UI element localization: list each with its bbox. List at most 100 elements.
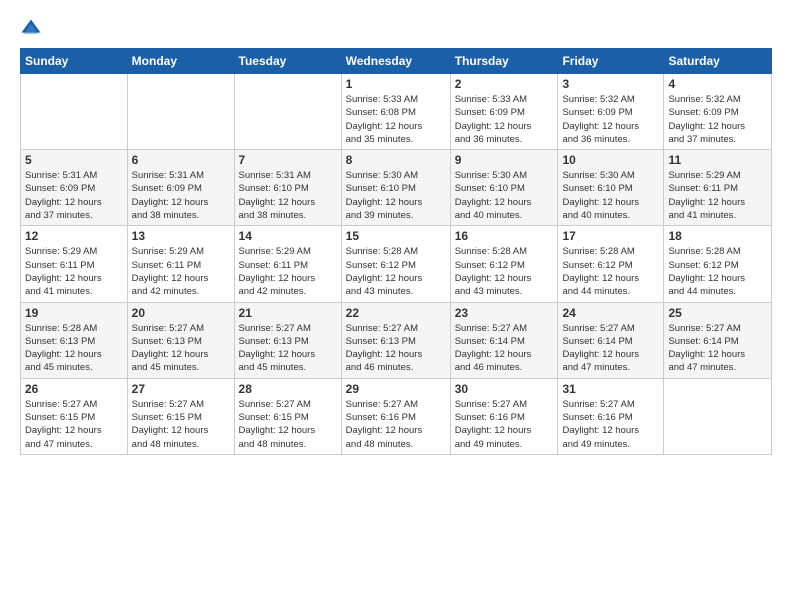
day-info: Sunrise: 5:27 AM Sunset: 6:16 PM Dayligh…	[346, 398, 446, 451]
day-number: 15	[346, 229, 446, 243]
calendar-cell: 31 Sunrise: 5:27 AM Sunset: 6:16 PM Dayli…	[558, 378, 664, 454]
day-info: Sunrise: 5:27 AM Sunset: 6:15 PM Dayligh…	[25, 398, 123, 451]
calendar-header-row: SundayMondayTuesdayWednesdayThursdayFrid…	[21, 49, 772, 74]
day-number: 8	[346, 153, 446, 167]
day-number: 21	[239, 306, 337, 320]
day-info: Sunrise: 5:27 AM Sunset: 6:13 PM Dayligh…	[132, 322, 230, 375]
day-number: 30	[455, 382, 554, 396]
day-number: 18	[668, 229, 767, 243]
day-number: 17	[562, 229, 659, 243]
day-number: 13	[132, 229, 230, 243]
calendar-cell: 24 Sunrise: 5:27 AM Sunset: 6:14 PM Dayli…	[558, 302, 664, 378]
calendar-header-monday: Monday	[127, 49, 234, 74]
day-number: 29	[346, 382, 446, 396]
day-number: 16	[455, 229, 554, 243]
day-number: 3	[562, 77, 659, 91]
calendar-cell: 22Sunrise: 5:27 AM Sunset: 6:13 PM Dayli…	[341, 302, 450, 378]
calendar-header-sunday: Sunday	[21, 49, 128, 74]
day-info: Sunrise: 5:33 AM Sunset: 6:09 PM Dayligh…	[455, 93, 554, 146]
logo	[20, 18, 46, 40]
calendar-cell: 28 Sunrise: 5:27 AM Sunset: 6:15 PM Dayli…	[234, 378, 341, 454]
day-info: Sunrise: 5:29 AM Sunset: 6:11 PM Dayligh…	[239, 245, 337, 298]
day-number: 26	[25, 382, 123, 396]
calendar-cell: 1 Sunrise: 5:33 AM Sunset: 6:08 PM Daylig…	[341, 74, 450, 150]
calendar-cell: 20 Sunrise: 5:27 AM Sunset: 6:13 PM Dayli…	[127, 302, 234, 378]
day-info: Sunrise: 5:30 AM Sunset: 6:10 PM Dayligh…	[346, 169, 446, 222]
day-info: Sunrise: 5:27 AM Sunset: 6:13 PM Dayligh…	[346, 322, 446, 375]
day-number: 31	[562, 382, 659, 396]
calendar-header-thursday: Thursday	[450, 49, 558, 74]
calendar-cell: 15 Sunrise: 5:28 AM Sunset: 6:12 PM Dayli…	[341, 226, 450, 302]
page: SundayMondayTuesdayWednesdayThursdayFrid…	[0, 0, 792, 612]
day-info: Sunrise: 5:30 AM Sunset: 6:10 PM Dayligh…	[562, 169, 659, 222]
calendar-cell: 16 Sunrise: 5:28 AM Sunset: 6:12 PM Dayli…	[450, 226, 558, 302]
logo-icon	[20, 18, 42, 40]
day-number: 20	[132, 306, 230, 320]
calendar-cell: 4Sunrise: 5:32 AM Sunset: 6:09 PM Daylig…	[664, 74, 772, 150]
day-number: 14	[239, 229, 337, 243]
calendar-cell: 13 Sunrise: 5:29 AM Sunset: 6:11 PM Dayli…	[127, 226, 234, 302]
calendar-cell: 14 Sunrise: 5:29 AM Sunset: 6:11 PM Dayli…	[234, 226, 341, 302]
calendar-table: SundayMondayTuesdayWednesdayThursdayFrid…	[20, 48, 772, 455]
day-info: Sunrise: 5:28 AM Sunset: 6:12 PM Dayligh…	[668, 245, 767, 298]
calendar-week-row: 26 Sunrise: 5:27 AM Sunset: 6:15 PM Dayli…	[21, 378, 772, 454]
calendar-cell: 18 Sunrise: 5:28 AM Sunset: 6:12 PM Dayli…	[664, 226, 772, 302]
day-info: Sunrise: 5:29 AM Sunset: 6:11 PM Dayligh…	[132, 245, 230, 298]
calendar-cell	[21, 74, 128, 150]
calendar-cell: 29 Sunrise: 5:27 AM Sunset: 6:16 PM Dayli…	[341, 378, 450, 454]
calendar-cell	[127, 74, 234, 150]
day-info: Sunrise: 5:27 AM Sunset: 6:16 PM Dayligh…	[455, 398, 554, 451]
calendar-cell: 8 Sunrise: 5:30 AM Sunset: 6:10 PM Daylig…	[341, 150, 450, 226]
calendar-cell: 6 Sunrise: 5:31 AM Sunset: 6:09 PM Daylig…	[127, 150, 234, 226]
day-info: Sunrise: 5:28 AM Sunset: 6:12 PM Dayligh…	[562, 245, 659, 298]
day-info: Sunrise: 5:27 AM Sunset: 6:15 PM Dayligh…	[239, 398, 337, 451]
day-info: Sunrise: 5:27 AM Sunset: 6:14 PM Dayligh…	[455, 322, 554, 375]
day-number: 19	[25, 306, 123, 320]
calendar-week-row: 19Sunrise: 5:28 AM Sunset: 6:13 PM Dayli…	[21, 302, 772, 378]
calendar-cell: 9 Sunrise: 5:30 AM Sunset: 6:10 PM Daylig…	[450, 150, 558, 226]
day-number: 24	[562, 306, 659, 320]
calendar-cell: 30 Sunrise: 5:27 AM Sunset: 6:16 PM Dayli…	[450, 378, 558, 454]
day-info: Sunrise: 5:31 AM Sunset: 6:09 PM Dayligh…	[132, 169, 230, 222]
day-info: Sunrise: 5:27 AM Sunset: 6:13 PM Dayligh…	[239, 322, 337, 375]
day-info: Sunrise: 5:27 AM Sunset: 6:14 PM Dayligh…	[668, 322, 767, 375]
calendar-cell: 19Sunrise: 5:28 AM Sunset: 6:13 PM Dayli…	[21, 302, 128, 378]
day-info: Sunrise: 5:30 AM Sunset: 6:10 PM Dayligh…	[455, 169, 554, 222]
calendar-cell: 2 Sunrise: 5:33 AM Sunset: 6:09 PM Daylig…	[450, 74, 558, 150]
calendar-cell	[664, 378, 772, 454]
day-info: Sunrise: 5:31 AM Sunset: 6:10 PM Dayligh…	[239, 169, 337, 222]
calendar-cell: 21 Sunrise: 5:27 AM Sunset: 6:13 PM Dayli…	[234, 302, 341, 378]
calendar-week-row: 5Sunrise: 5:31 AM Sunset: 6:09 PM Daylig…	[21, 150, 772, 226]
calendar-cell: 10Sunrise: 5:30 AM Sunset: 6:10 PM Dayli…	[558, 150, 664, 226]
day-number: 6	[132, 153, 230, 167]
day-number: 28	[239, 382, 337, 396]
day-number: 12	[25, 229, 123, 243]
calendar-cell: 7 Sunrise: 5:31 AM Sunset: 6:10 PM Daylig…	[234, 150, 341, 226]
calendar-cell: 23 Sunrise: 5:27 AM Sunset: 6:14 PM Dayli…	[450, 302, 558, 378]
day-number: 23	[455, 306, 554, 320]
day-number: 25	[668, 306, 767, 320]
calendar-cell: 26 Sunrise: 5:27 AM Sunset: 6:15 PM Dayli…	[21, 378, 128, 454]
calendar-header-saturday: Saturday	[664, 49, 772, 74]
day-info: Sunrise: 5:28 AM Sunset: 6:12 PM Dayligh…	[346, 245, 446, 298]
day-info: Sunrise: 5:31 AM Sunset: 6:09 PM Dayligh…	[25, 169, 123, 222]
day-number: 2	[455, 77, 554, 91]
day-info: Sunrise: 5:28 AM Sunset: 6:12 PM Dayligh…	[455, 245, 554, 298]
calendar-header-tuesday: Tuesday	[234, 49, 341, 74]
day-number: 9	[455, 153, 554, 167]
day-number: 7	[239, 153, 337, 167]
calendar-cell	[234, 74, 341, 150]
calendar-cell: 12Sunrise: 5:29 AM Sunset: 6:11 PM Dayli…	[21, 226, 128, 302]
day-number: 11	[668, 153, 767, 167]
calendar-cell: 17 Sunrise: 5:28 AM Sunset: 6:12 PM Dayli…	[558, 226, 664, 302]
calendar-cell: 5Sunrise: 5:31 AM Sunset: 6:09 PM Daylig…	[21, 150, 128, 226]
calendar-header-wednesday: Wednesday	[341, 49, 450, 74]
calendar-cell: 11Sunrise: 5:29 AM Sunset: 6:11 PM Dayli…	[664, 150, 772, 226]
calendar-cell: 27Sunrise: 5:27 AM Sunset: 6:15 PM Dayli…	[127, 378, 234, 454]
day-info: Sunrise: 5:27 AM Sunset: 6:16 PM Dayligh…	[562, 398, 659, 451]
day-info: Sunrise: 5:27 AM Sunset: 6:14 PM Dayligh…	[562, 322, 659, 375]
day-info: Sunrise: 5:33 AM Sunset: 6:08 PM Dayligh…	[346, 93, 446, 146]
day-info: Sunrise: 5:27 AM Sunset: 6:15 PM Dayligh…	[132, 398, 230, 451]
calendar-week-row: 1 Sunrise: 5:33 AM Sunset: 6:08 PM Daylig…	[21, 74, 772, 150]
day-number: 1	[346, 77, 446, 91]
